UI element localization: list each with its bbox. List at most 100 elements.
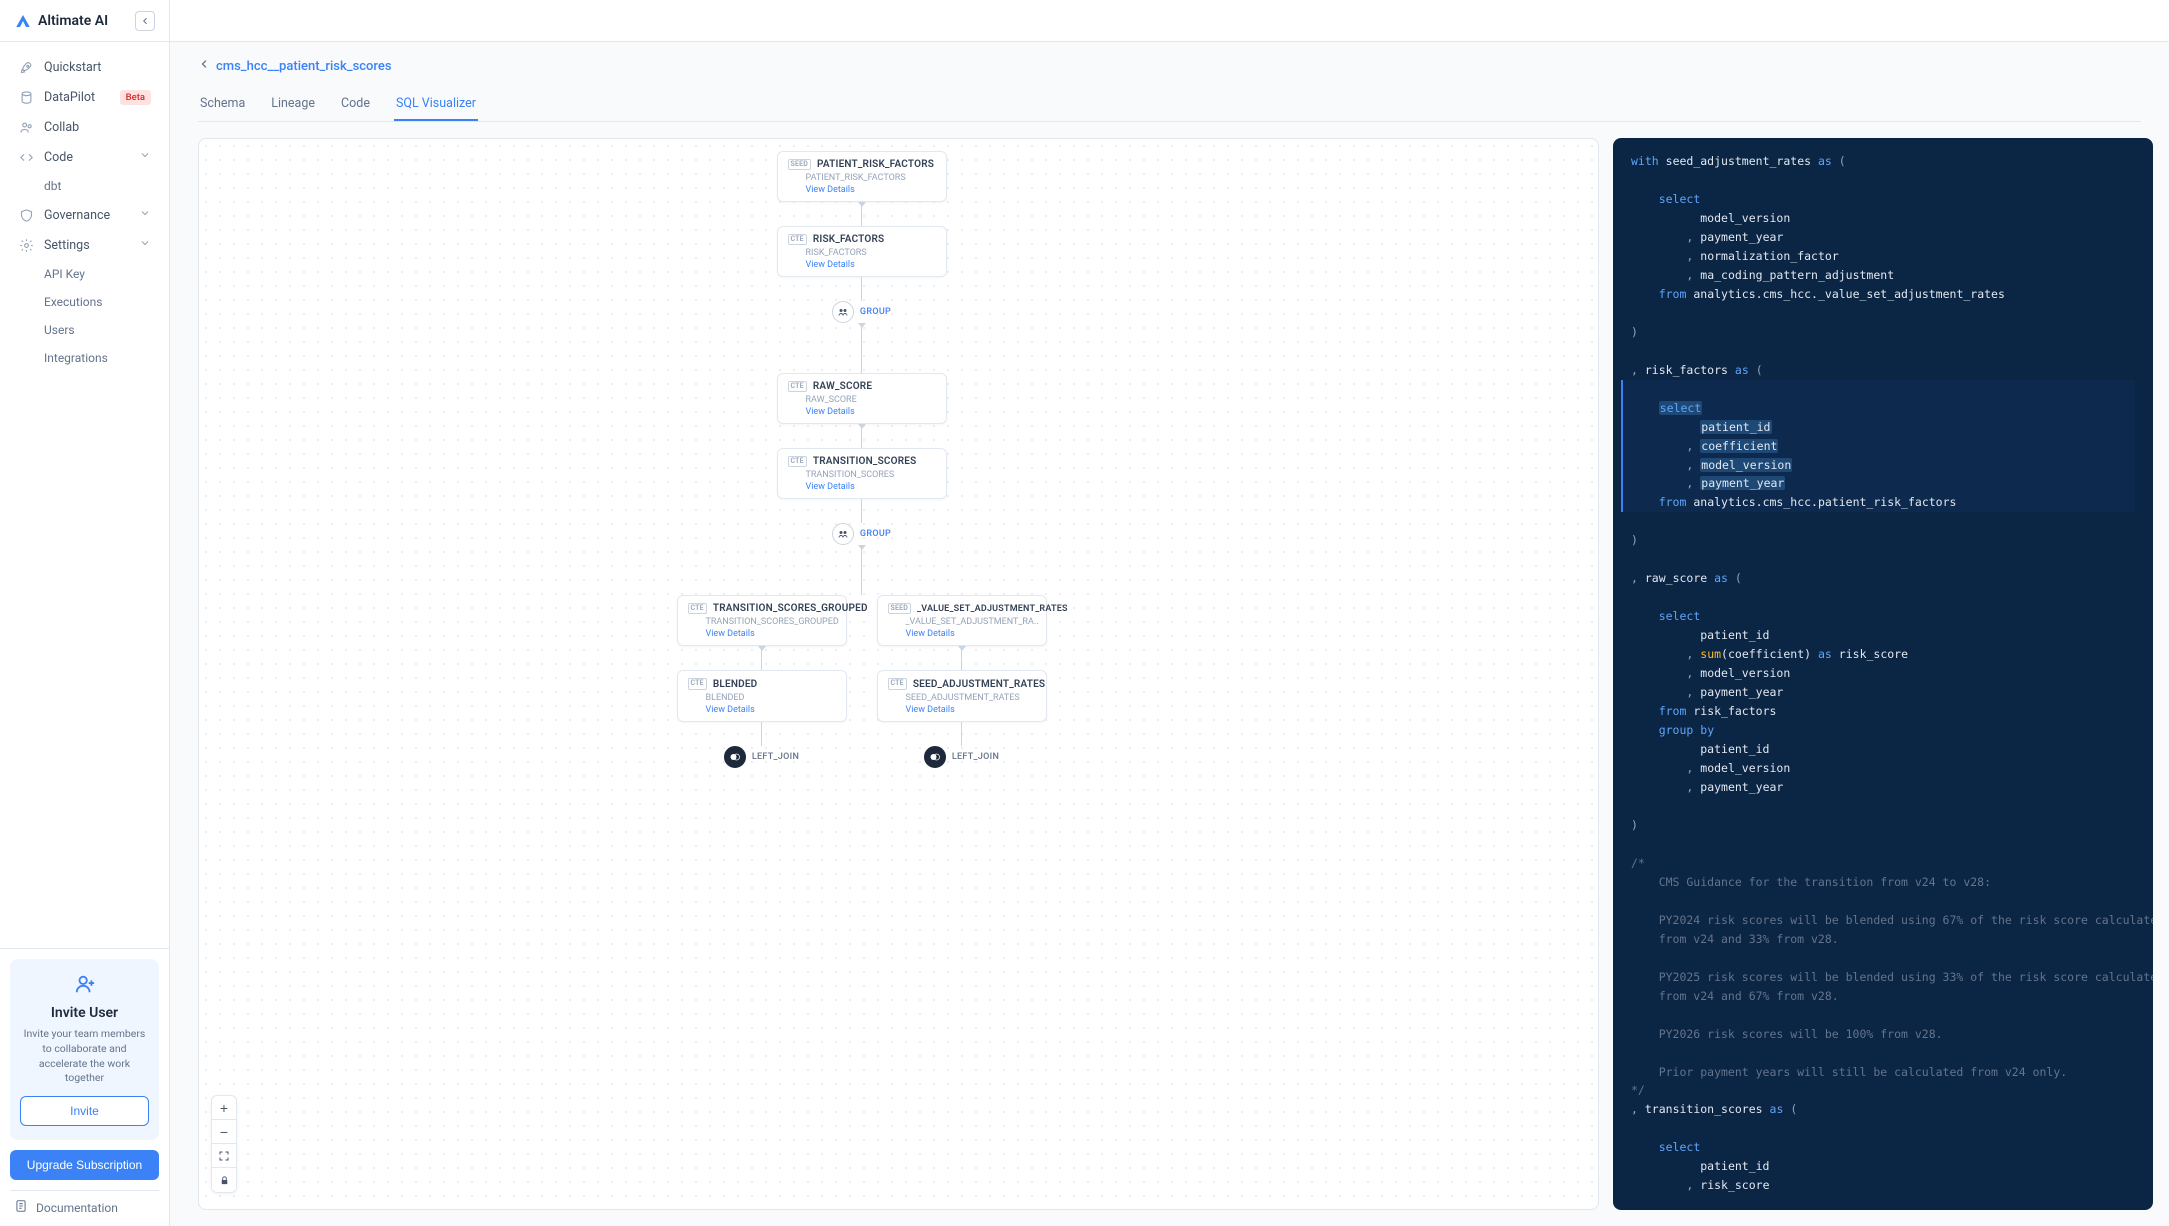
node-transition-scores-grouped[interactable]: CTETRANSITION_SCORES_GROUPED TRANSITION_… bbox=[677, 595, 847, 646]
edge bbox=[761, 722, 762, 746]
rocket-icon bbox=[18, 59, 34, 75]
node-subtitle: SEED_ADJUSTMENT_RATES bbox=[906, 693, 1036, 703]
nav-label: Users bbox=[44, 323, 75, 337]
sidebar-item-executions[interactable]: Executions bbox=[0, 288, 169, 316]
sidebar-item-settings[interactable]: Settings bbox=[0, 230, 169, 260]
fit-view-button[interactable] bbox=[212, 1144, 236, 1168]
node-view-details[interactable]: View Details bbox=[806, 482, 936, 492]
op-left-join-2: LEFT_JOIN bbox=[924, 746, 999, 768]
nav-label: Executions bbox=[44, 295, 102, 309]
node-view-details[interactable]: View Details bbox=[906, 705, 1036, 715]
node-title: SEED_ADJUSTMENT_RATES bbox=[913, 679, 1045, 690]
sidebar-footer: Invite User Invite your team members to … bbox=[0, 948, 169, 1226]
flow-canvas[interactable]: SEEDPATIENT_RISK_FACTORS PATIENT_RISK_FA… bbox=[198, 138, 1599, 1210]
edge bbox=[861, 277, 862, 301]
nav-label: Settings bbox=[44, 238, 90, 253]
node-blended[interactable]: CTEBLENDED BLENDED View Details bbox=[677, 670, 847, 721]
tab-sql-visualizer[interactable]: SQL Visualizer bbox=[394, 88, 478, 121]
nav-label: Quickstart bbox=[44, 60, 101, 75]
join-icon bbox=[924, 746, 946, 768]
nav-label: Collab bbox=[44, 120, 79, 135]
invite-button[interactable]: Invite bbox=[20, 1096, 149, 1126]
node-value-set-adjustment-rates[interactable]: SEED_VALUE_SET_ADJUSTMENT_RATES _VALUE_S… bbox=[877, 595, 1047, 646]
breadcrumb: cms_hcc__patient_risk_scores bbox=[198, 58, 2141, 74]
node-seed-adjustment-rates[interactable]: CTE SEED_ADJUSTMENT_RATES SEED_ADJUSTMENT… bbox=[877, 670, 1047, 721]
sidebar-item-collab[interactable]: Collab bbox=[0, 112, 169, 142]
node-title: TRANSITION_SCORES_GROUPED bbox=[713, 603, 868, 614]
sql-code-panel[interactable]: with seed_adjustment_rates as ( select m… bbox=[1613, 138, 2153, 1210]
beta-badge: Beta bbox=[120, 90, 151, 105]
tab-lineage[interactable]: Lineage bbox=[269, 88, 317, 121]
node-subtitle: TRANSITION_SCORES_GROUPED bbox=[706, 617, 836, 627]
back-button[interactable] bbox=[198, 58, 210, 74]
lock-button[interactable] bbox=[212, 1168, 236, 1192]
tab-schema[interactable]: Schema bbox=[198, 88, 247, 121]
node-patient-risk-factors[interactable]: SEEDPATIENT_RISK_FACTORS PATIENT_RISK_FA… bbox=[777, 151, 947, 202]
zoom-in-button[interactable]: + bbox=[212, 1096, 236, 1120]
node-view-details[interactable]: View Details bbox=[806, 260, 936, 270]
zoom-out-button[interactable]: − bbox=[212, 1120, 236, 1144]
node-subtitle: PATIENT_RISK_FACTORS bbox=[806, 173, 936, 183]
nav-label: Code bbox=[44, 150, 73, 165]
op-label: LEFT_JOIN bbox=[752, 752, 799, 762]
sidebar-item-dbt[interactable]: dbt bbox=[0, 172, 169, 200]
node-risk-factors[interactable]: CTERISK_FACTORS RISK_FACTORS View Detail… bbox=[777, 226, 947, 277]
page-header: cms_hcc__patient_risk_scores Schema Line… bbox=[170, 42, 2169, 122]
node-view-details[interactable]: View Details bbox=[906, 629, 1036, 639]
chevron-left-icon bbox=[198, 58, 210, 70]
node-view-details[interactable]: View Details bbox=[706, 629, 836, 639]
chevron-left-icon bbox=[140, 16, 150, 26]
node-transition-scores[interactable]: CTETRANSITION_SCORES TRANSITION_SCORES V… bbox=[777, 448, 947, 499]
node-tag: CTE bbox=[788, 456, 807, 467]
tabs: Schema Lineage Code SQL Visualizer bbox=[198, 88, 2141, 122]
brand-name: Altimate AI bbox=[38, 13, 108, 29]
sidebar-item-datapilot[interactable]: DataPilot Beta bbox=[0, 82, 169, 112]
chevron-down-icon bbox=[139, 237, 151, 253]
node-subtitle: _VALUE_SET_ADJUSTMENT_RA.. bbox=[906, 617, 1036, 627]
node-tag: SEED bbox=[788, 159, 812, 170]
node-title: BLENDED bbox=[713, 679, 758, 690]
sidebar-collapse-button[interactable] bbox=[135, 11, 155, 31]
op-label: GROUP bbox=[860, 307, 891, 317]
edge bbox=[861, 499, 862, 523]
upgrade-button[interactable]: Upgrade Subscription bbox=[10, 1150, 159, 1180]
node-subtitle: TRANSITION_SCORES bbox=[806, 470, 936, 480]
node-tag: CTE bbox=[788, 234, 807, 245]
sidebar: Altimate AI Quickstart DataPilot Beta bbox=[0, 0, 170, 1226]
node-subtitle: RAW_SCORE bbox=[806, 395, 936, 405]
node-raw-score[interactable]: CTERAW_SCORE RAW_SCORE View Details bbox=[777, 373, 947, 424]
tab-code[interactable]: Code bbox=[339, 88, 372, 121]
sidebar-item-quickstart[interactable]: Quickstart bbox=[0, 52, 169, 82]
node-view-details[interactable]: View Details bbox=[806, 185, 936, 195]
doc-label: Documentation bbox=[36, 1201, 118, 1215]
op-left-join-1: LEFT_JOIN bbox=[724, 746, 799, 768]
nav-label: dbt bbox=[44, 179, 61, 193]
join-icon bbox=[724, 746, 746, 768]
gear-icon bbox=[18, 237, 34, 253]
group-icon bbox=[832, 523, 854, 545]
sidebar-item-users[interactable]: Users bbox=[0, 316, 169, 344]
op-group-2: GROUP bbox=[832, 523, 891, 545]
sidebar-item-apikey[interactable]: API Key bbox=[0, 260, 169, 288]
sql-code: with seed_adjustment_rates as ( select m… bbox=[1631, 152, 2135, 1195]
invite-user-icon bbox=[72, 973, 98, 999]
node-subtitle: BLENDED bbox=[706, 693, 836, 703]
documentation-link[interactable]: Documentation bbox=[10, 1190, 159, 1216]
node-tag: CTE bbox=[888, 678, 907, 689]
users-icon bbox=[18, 119, 34, 135]
code-icon bbox=[18, 149, 34, 165]
node-view-details[interactable]: View Details bbox=[706, 705, 836, 715]
database-icon bbox=[18, 89, 34, 105]
sidebar-item-governance[interactable]: Governance bbox=[0, 200, 169, 230]
node-view-details[interactable]: View Details bbox=[806, 407, 936, 417]
canvas-controls: + − bbox=[211, 1095, 237, 1193]
group-icon bbox=[832, 301, 854, 323]
sidebar-item-integrations[interactable]: Integrations bbox=[0, 344, 169, 372]
shield-icon bbox=[18, 207, 34, 223]
sidebar-item-code[interactable]: Code bbox=[0, 142, 169, 172]
node-title: _VALUE_SET_ADJUSTMENT_RATES bbox=[917, 604, 1068, 614]
edge bbox=[861, 424, 862, 448]
page-title: cms_hcc__patient_risk_scores bbox=[216, 59, 392, 74]
edge bbox=[861, 323, 862, 373]
op-group-1: GROUP bbox=[832, 301, 891, 323]
